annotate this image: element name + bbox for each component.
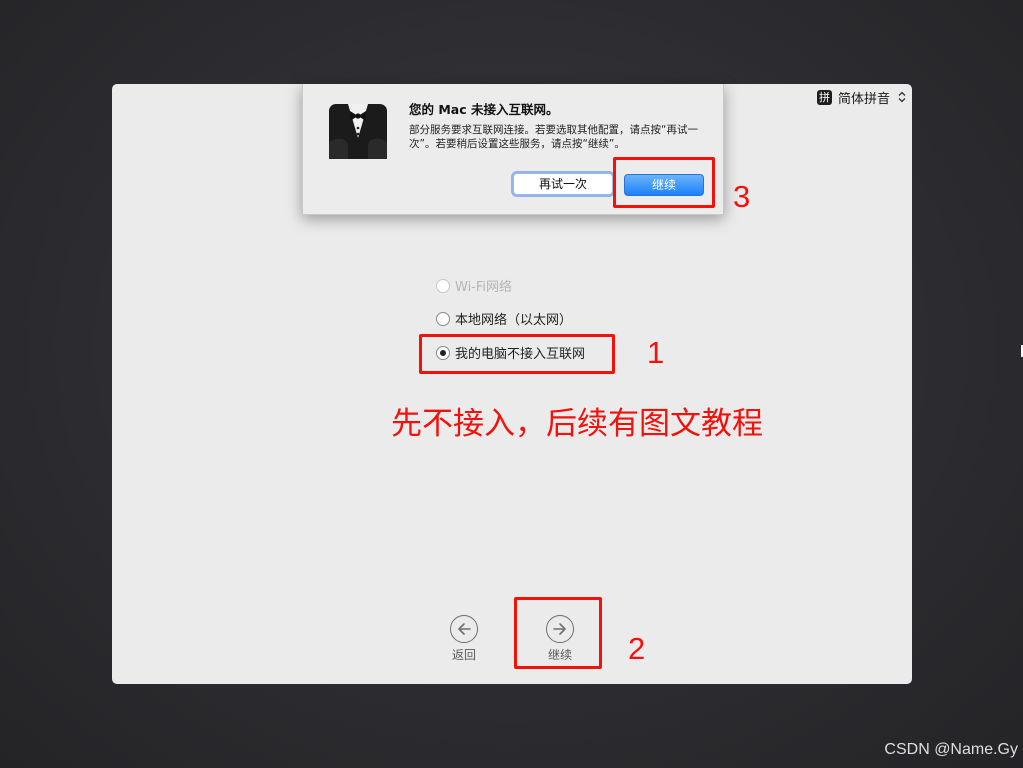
highlight-box-continue-alert [613,157,715,208]
watermark: CSDN @Name.Gy [884,741,1018,758]
annotation-number-1: 1 [647,335,665,370]
ethernet-option[interactable]: 本地网络（以太网） [436,309,572,328]
wifi-radio[interactable] [436,278,450,293]
ethernet-radio[interactable] [436,311,450,326]
annotation-number-2: 2 [628,631,646,666]
back-button-label: 返回 [451,648,476,662]
arrow-left-circle-icon [450,615,478,643]
retry-button[interactable]: 再试一次 [513,173,613,195]
wifi-option[interactable]: Wi-Fi网络 [436,276,512,295]
highlight-box-no-internet [419,334,615,374]
highlight-box-continue-nav [514,597,602,669]
annotation-note: 先不接入，后续有图文教程 [391,406,763,442]
alert-title: 您的 Mac 未接入互联网。 [409,102,559,117]
wifi-option-label: Wi-Fi网络 [455,280,513,295]
input-method-label: 简体拼音 [837,91,890,107]
chevron-updown-icon [898,91,906,103]
alert-message: 部分服务要求互联网连接。若要选取其他配置，请点按“再试一次”。若要稍后设置这些服… [409,124,698,150]
setup-assistant-tuxedo-icon [329,104,387,159]
input-method-menu[interactable]: 拼 简体拼音 [816,88,906,107]
back-button[interactable]: 返回 [444,615,484,663]
input-method-icon: 拼 [816,89,832,105]
annotation-number-3: 3 [733,179,751,214]
ethernet-option-label: 本地网络（以太网） [455,313,573,328]
setup-window: 拼 简体拼音 您的 Mac 未接入互联网。 部分服务要求互联网连接。若要选取其他… [112,84,912,684]
